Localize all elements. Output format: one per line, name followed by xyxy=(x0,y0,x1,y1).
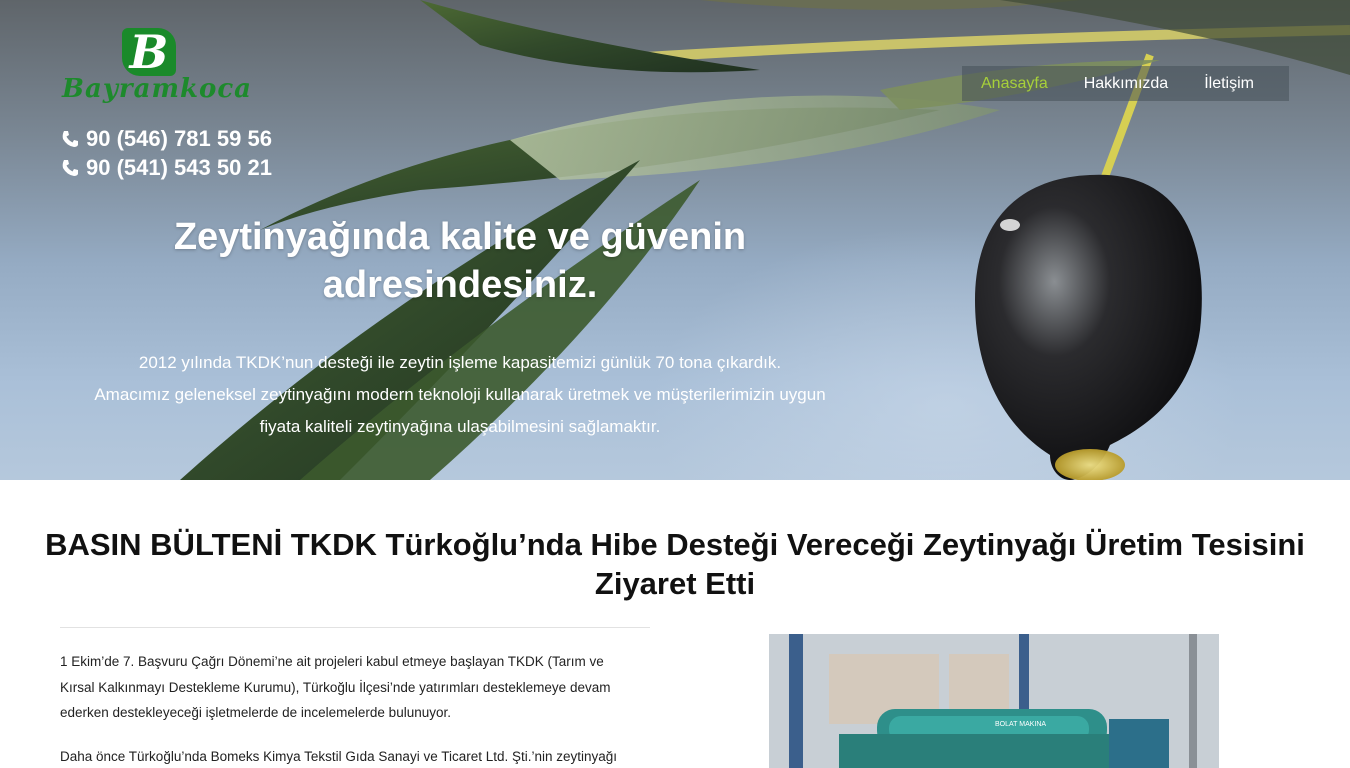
article-title: BASIN BÜLTENİ TKDK Türkoğlu’nda Hibe Des… xyxy=(45,527,1305,601)
logo-mark: B xyxy=(122,28,176,76)
hero-headline: Zeytinyağında kalite ve güvenin adresind… xyxy=(173,216,747,306)
paragraph-line: Kırsal Kalkınmayı Destekleme Kurumu), Tü… xyxy=(60,679,611,695)
paragraph-line: 1 Ekim’de 7. Başvuru Çağrı Dönemi’ne ait… xyxy=(60,654,604,669)
site-logo[interactable]: B Bayramkoca xyxy=(62,22,251,108)
phone-number-text: 90 (541) 543 50 21 xyxy=(86,155,272,180)
phone-number-text: 90 (546) 781 59 56 xyxy=(86,126,272,151)
hero-intro: 2012 yılında TKDK’nun desteği ile zeytin… xyxy=(60,347,860,443)
logo-brand-text: Bayramkoca xyxy=(62,74,253,104)
machine-photo-illustration: BOLAT MAKINA xyxy=(769,634,1219,768)
nav-item-anasayfa[interactable]: Anasayfa xyxy=(962,66,1066,101)
phone-number-1[interactable]: 90 (546) 781 59 56 xyxy=(60,124,272,153)
phone-list: 90 (546) 781 59 56 90 (541) 543 50 21 xyxy=(60,124,272,182)
paragraph-line: ederken destekleyeceği işletmelerde de i… xyxy=(60,705,451,720)
article-paragraph-1: 1 Ekim’de 7. Başvuru Çağrı Dönemi’ne ait… xyxy=(60,649,650,726)
main-nav: Anasayfa Hakkımızda İletişim xyxy=(962,66,1289,101)
photo-machine-label: BOLAT MAKINA xyxy=(995,721,1046,728)
nav-item-iletisim[interactable]: İletişim xyxy=(1186,66,1272,101)
hero-intro-line: Amacımız geleneksel zeytinyağını modern … xyxy=(94,385,826,404)
hero-banner: B Bayramkoca 90 (546) 781 59 56 90 (541)… xyxy=(0,0,1350,480)
phone-icon xyxy=(62,130,78,147)
article-photo: BOLAT MAKINA xyxy=(769,634,1219,768)
phone-icon xyxy=(62,159,78,176)
divider xyxy=(60,627,650,628)
hero-intro-line: 2012 yılında TKDK’nun desteği ile zeytin… xyxy=(138,353,782,372)
nav-item-hakkimizda[interactable]: Hakkımızda xyxy=(1066,66,1186,101)
phone-number-2[interactable]: 90 (541) 543 50 21 xyxy=(60,153,272,182)
article-paragraph-2: Daha önce Türkoğlu’nda Bomeks Kimya Teks… xyxy=(60,749,618,764)
hero-intro-line: fiyata kaliteli zeytinyağına ulaşabilmes… xyxy=(259,417,661,436)
